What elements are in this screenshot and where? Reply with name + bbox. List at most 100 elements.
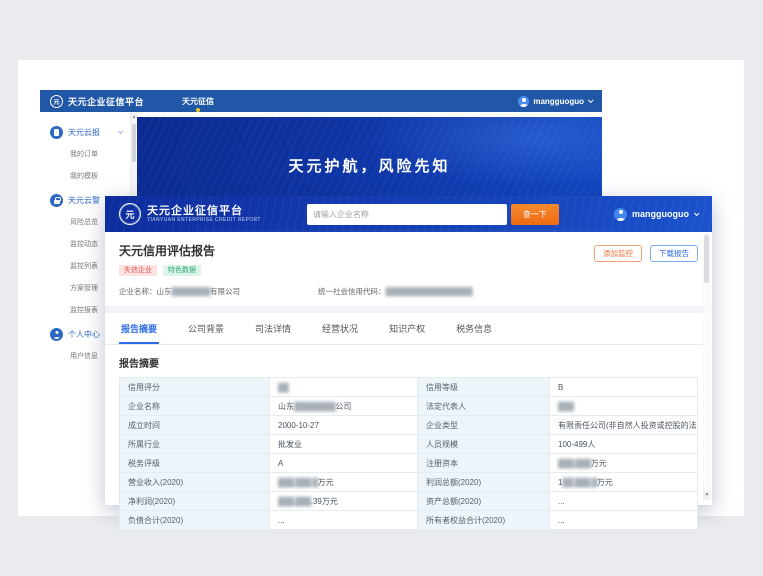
table-label-cell: 信用等级 <box>418 378 550 397</box>
document-icon <box>50 126 63 139</box>
user-menu[interactable]: mangguoguo <box>614 208 698 221</box>
tab-item[interactable]: 知识产权 <box>387 313 427 344</box>
text-segment: A <box>278 459 283 468</box>
user-name: mangguoguo <box>533 97 584 106</box>
user-icon <box>50 328 63 341</box>
table-value-cell: ... <box>550 492 697 511</box>
report-head: 天元信用评估报告 失信企业特色数据 添加监控下载报告 企业名称： 山东█████… <box>105 232 712 306</box>
text-segment: 2000-10-27 <box>278 421 319 430</box>
table-label-cell: 净利润(2020) <box>120 492 270 511</box>
table-value-cell: A <box>270 454 418 473</box>
avatar-icon <box>518 96 529 107</box>
sidebar-group-label: 天元云警 <box>68 195 100 206</box>
redacted-text: ███,███ <box>558 459 591 468</box>
summary-table: 信用评分██信用等级B企业名称山东████████公司法定代表人███成立时间2… <box>119 377 698 530</box>
table-value-cell: 有限责任公司(非自然人投资或控股的法人独资) <box>550 416 697 435</box>
text-segment: 批发业 <box>278 439 302 450</box>
company-info-row: 企业名称： 山东████████有限公司 统一社会信用代码： █████████… <box>119 286 698 297</box>
redacted-text: ████████ <box>172 287 211 296</box>
back-header: 元 天元企业征信平台 天元征信 mangguoguo <box>40 90 602 112</box>
table-label-cell: 企业类型 <box>418 416 550 435</box>
status-badge: 特色数据 <box>163 265 201 276</box>
download-report-button[interactable]: 下载报告 <box>650 245 698 262</box>
table-value-cell: 批发业 <box>270 435 418 454</box>
redacted-text: ██████████████████ <box>386 287 473 296</box>
table-label-cell: 利润总额(2020) <box>418 473 550 492</box>
brand-logo-icon: 元 <box>119 203 141 225</box>
front-header: 元 天元企业征信平台 TIANYUAN ENTERPRISE CREDIT RE… <box>105 196 712 232</box>
text-segment: 有限公司 <box>210 287 240 296</box>
table-value-cell: 2000-10-27 <box>270 416 418 435</box>
avatar-icon <box>614 208 627 221</box>
nav-item-credit[interactable]: 天元征信 <box>180 96 216 107</box>
text-segment: 有限责任公司(非自然人投资或控股的法人独资) <box>558 420 697 431</box>
tab-item[interactable]: 公司背景 <box>186 313 226 344</box>
brand-title: 天元企业征信平台 <box>147 205 261 217</box>
table-label-cell: 注册资本 <box>418 454 550 473</box>
chevron-down-icon <box>118 128 124 134</box>
table-value-cell: 山东████████公司 <box>270 397 418 416</box>
section-title: 报告摘要 <box>119 355 698 370</box>
company-name-label: 企业名称： <box>119 286 157 297</box>
front-scrollbar[interactable]: ▼ <box>703 233 711 500</box>
table-value-cell: 100-499人 <box>550 435 697 454</box>
text-segment: B <box>558 383 563 392</box>
front-brand: 元 天元企业征信平台 TIANYUAN ENTERPRISE CREDIT RE… <box>119 203 261 225</box>
table-label-cell: 所属行业 <box>120 435 270 454</box>
redacted-text: ██ <box>278 383 288 392</box>
report-tabs: 报告摘要公司背景司法详情经营状况知识产权税务信息 <box>105 313 712 345</box>
text-segment: 山东 <box>157 287 172 296</box>
table-value-cell: ... <box>550 511 697 530</box>
table-label-cell: 成立时间 <box>120 416 270 435</box>
sidebar-group[interactable]: 天元云报 <box>40 120 130 144</box>
user-menu[interactable]: mangguoguo <box>518 96 592 107</box>
status-badge: 失信企业 <box>119 265 157 276</box>
add-monitor-button[interactable]: 添加监控 <box>594 245 642 262</box>
sidebar-item[interactable]: 我的订单 <box>40 144 130 166</box>
table-value-cell: 1██,███.█万元 <box>550 473 697 492</box>
scroll-thumb[interactable] <box>132 124 136 162</box>
brand-logo-icon: 元 <box>50 95 63 108</box>
search-input[interactable] <box>307 204 507 225</box>
table-label-cell: 所有者权益合计(2020) <box>418 511 550 530</box>
text-segment: 100-499人 <box>558 439 595 450</box>
text-segment: 万元 <box>591 458 607 469</box>
section-divider <box>105 306 712 313</box>
table-label-cell: 人员规模 <box>418 435 550 454</box>
lock-icon <box>50 194 63 207</box>
scroll-down-icon[interactable]: ▼ <box>703 490 711 500</box>
search-bar: 查一下 <box>307 204 559 225</box>
table-value-cell: ███,███.39万元 <box>270 492 418 511</box>
table-value-cell: B <box>550 378 697 397</box>
tab-item[interactable]: 税务信息 <box>454 313 494 344</box>
sidebar-item[interactable]: 我的模板 <box>40 166 130 188</box>
brand-subtitle: TIANYUAN ENTERPRISE CREDIT REPORT <box>147 217 261 223</box>
banner-title: 天元护航，风险先知 <box>137 117 602 176</box>
scroll-thumb[interactable] <box>704 235 709 283</box>
text-segment: ... <box>558 497 565 506</box>
table-value-cell: ... <box>270 511 418 530</box>
redacted-text: ███,███ <box>278 497 311 506</box>
table-value-cell: ███,███.█万元 <box>270 473 418 492</box>
table-label-cell: 法定代表人 <box>418 397 550 416</box>
text-segment: ... <box>278 516 285 525</box>
table-value-cell: ███,███万元 <box>550 454 697 473</box>
table-label-cell: 税务评级 <box>120 454 270 473</box>
search-button[interactable]: 查一下 <box>511 204 559 225</box>
tab-item[interactable]: 经营状况 <box>320 313 360 344</box>
redacted-text: ████████ <box>294 402 335 411</box>
action-buttons: 添加监控下载报告 <box>594 245 698 262</box>
brand-title: 天元企业征信平台 <box>68 95 144 108</box>
text-segment: 山东 <box>278 401 294 412</box>
user-icon-glyph <box>52 330 61 339</box>
badge-row: 失信企业特色数据 <box>119 265 698 276</box>
table-value-cell: ██ <box>270 378 418 397</box>
tab-item[interactable]: 司法详情 <box>253 313 293 344</box>
tab-active[interactable]: 报告摘要 <box>119 313 159 344</box>
table-value-cell: ███ <box>550 397 697 416</box>
text-segment: 万元 <box>597 477 613 488</box>
report-window: 元 天元企业征信平台 TIANYUAN ENTERPRISE CREDIT RE… <box>105 196 712 505</box>
table-label-cell: 负债合计(2020) <box>120 511 270 530</box>
text-segment: .39万元 <box>311 496 338 507</box>
user-name: mangguoguo <box>632 209 689 219</box>
